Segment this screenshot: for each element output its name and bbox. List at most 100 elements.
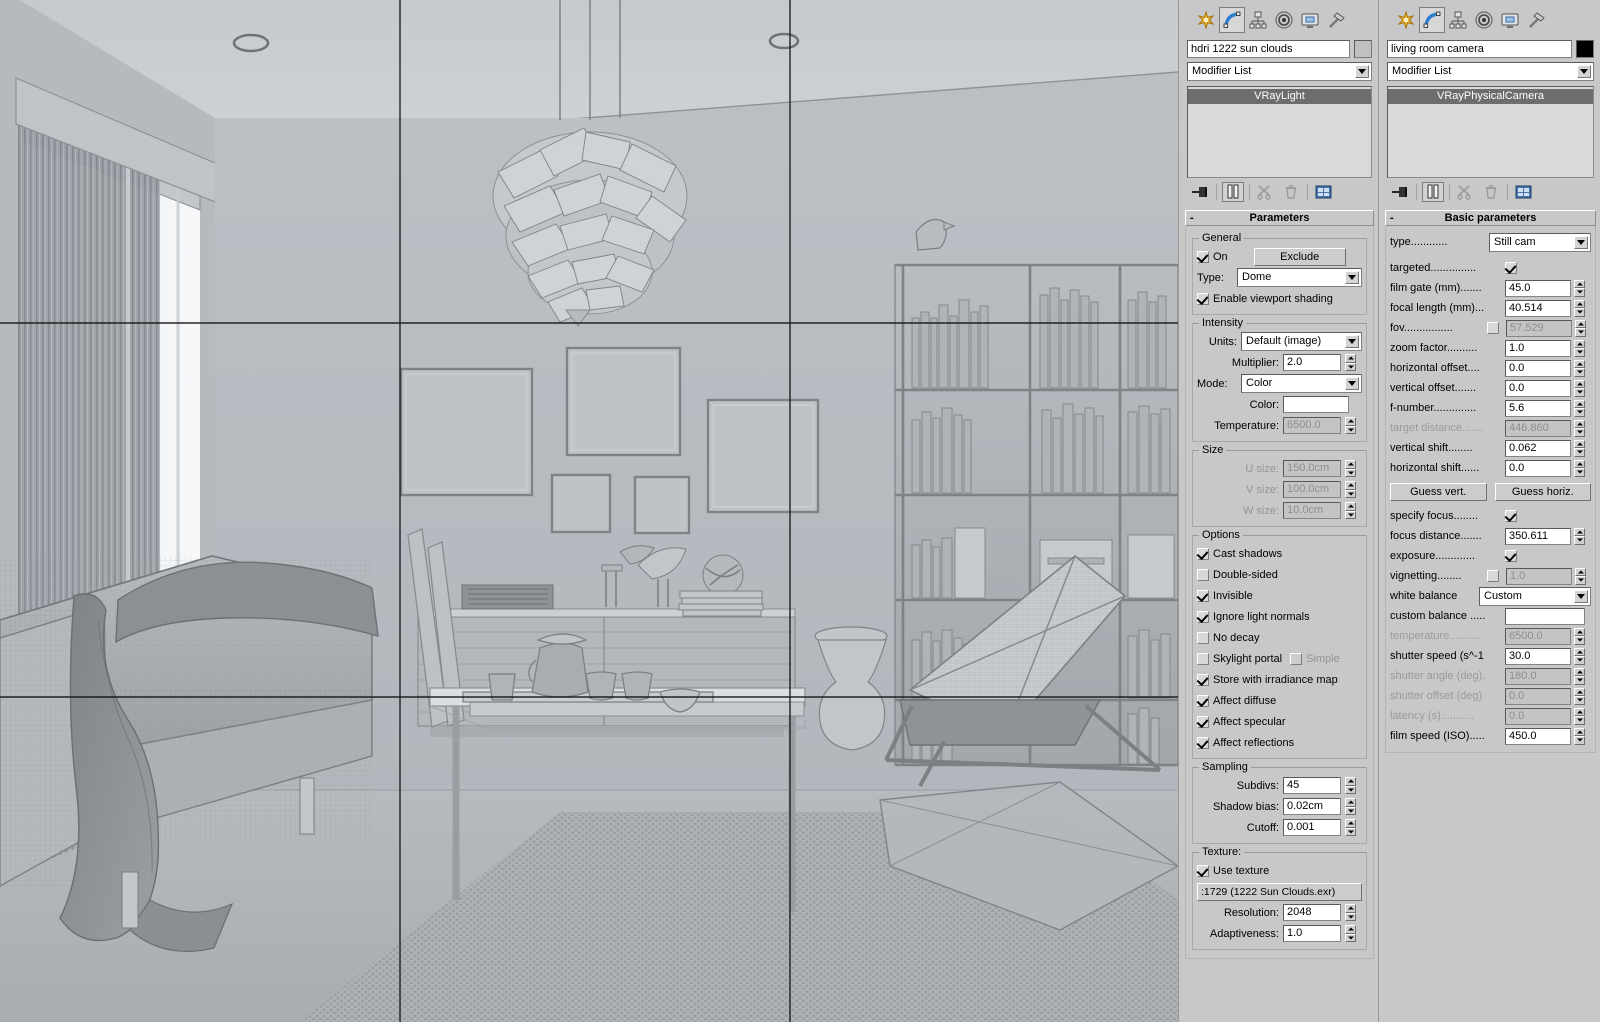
temperature-row[interactable]: Temperature: 6500.0 xyxy=(1197,416,1362,435)
stack-toolbar-camera[interactable] xyxy=(1379,178,1600,204)
latency-row[interactable]: latency (s)........... 0.0 xyxy=(1390,706,1591,726)
film-speed-field[interactable]: 450.0 xyxy=(1505,728,1571,745)
parameters-rollout[interactable]: - Parameters General On Exclude Type: Do xyxy=(1185,210,1374,959)
simple-checkbox[interactable] xyxy=(1290,653,1302,665)
option-affect-specular[interactable]: Affect specular xyxy=(1197,712,1362,731)
motion-tab[interactable] xyxy=(1271,7,1297,33)
f-number-row[interactable]: f-number.............. 5.6 xyxy=(1390,398,1591,418)
units-dropdown[interactable]: Default (image) xyxy=(1241,332,1362,351)
affect-specular-checkbox[interactable] xyxy=(1197,716,1209,728)
u-size-spinner[interactable] xyxy=(1345,460,1356,477)
pin-stack-button[interactable] xyxy=(1389,182,1411,202)
type-dropdown[interactable]: Dome xyxy=(1237,268,1362,287)
latency-spinner[interactable] xyxy=(1574,708,1585,725)
vignetting-row[interactable]: vignetting........ 1.0 xyxy=(1390,566,1591,586)
command-panel-camera[interactable]: living room camera Modifier List VRayPhy… xyxy=(1378,0,1600,1022)
film-gate-row[interactable]: film gate (mm)....... 45.0 xyxy=(1390,278,1591,298)
invisible-checkbox[interactable] xyxy=(1197,590,1209,602)
mode-dropdown[interactable]: Color xyxy=(1241,374,1362,393)
chevron-down-icon[interactable] xyxy=(1345,271,1359,284)
chevron-down-icon[interactable] xyxy=(1355,65,1369,78)
resolution-field[interactable]: 2048 xyxy=(1283,904,1341,921)
skylight-portal-checkbox[interactable] xyxy=(1197,653,1209,665)
cutoff-field[interactable]: 0.001 xyxy=(1283,819,1341,836)
basic-parameters-rollout-header[interactable]: - Basic parameters xyxy=(1385,210,1596,226)
wire-color-swatch[interactable] xyxy=(1354,40,1372,58)
affect-reflections-checkbox[interactable] xyxy=(1197,737,1209,749)
fov-field[interactable]: 57.529 xyxy=(1506,320,1572,337)
adaptiveness-spinner[interactable] xyxy=(1345,925,1356,942)
f-number-spinner[interactable] xyxy=(1574,400,1585,417)
cast-shadows-checkbox[interactable] xyxy=(1197,548,1209,560)
focus-distance-field[interactable]: 350.611 xyxy=(1505,528,1571,545)
option-double-sided[interactable]: Double-sided xyxy=(1197,565,1362,584)
exclude-button[interactable]: Exclude xyxy=(1254,248,1346,266)
show-end-result-button[interactable] xyxy=(1222,182,1244,202)
modifier-list-dropdown[interactable]: Modifier List xyxy=(1387,62,1594,81)
option-ignore-light-normals[interactable]: Ignore light normals xyxy=(1197,607,1362,626)
horizontal-shift-spinner[interactable] xyxy=(1574,460,1585,477)
chevron-down-icon[interactable] xyxy=(1574,236,1588,249)
zoom-factor-row[interactable]: zoom factor.......... 1.0 xyxy=(1390,338,1591,358)
store-with-irradiance-map-checkbox[interactable] xyxy=(1197,674,1209,686)
modifier-stack-light[interactable]: VRayLight xyxy=(1187,86,1372,178)
fov-checkbox[interactable] xyxy=(1487,322,1499,334)
display-tab[interactable] xyxy=(1297,7,1323,33)
modifier-list-row-light[interactable]: Modifier List xyxy=(1179,60,1378,83)
object-name-row-light[interactable]: hdri 1222 sun clouds xyxy=(1179,38,1378,60)
affect-diffuse-checkbox[interactable] xyxy=(1197,695,1209,707)
guess-buttons-row[interactable]: Guess vert. Guess horiz. xyxy=(1390,482,1591,502)
horizontal-offset-field[interactable]: 0.0 xyxy=(1505,360,1571,377)
shutter-speed-spinner[interactable] xyxy=(1574,648,1585,665)
option-skylight-portal[interactable]: Skylight portal Simple xyxy=(1197,649,1362,668)
vertical-offset-field[interactable]: 0.0 xyxy=(1505,380,1571,397)
double-sided-checkbox[interactable] xyxy=(1197,569,1209,581)
rollout-collapse-glyph[interactable]: - xyxy=(1390,212,1394,224)
mode-row[interactable]: Mode: Color xyxy=(1197,374,1362,393)
units-row[interactable]: Units: Default (image) xyxy=(1197,332,1362,351)
texture-map-button[interactable]: :1729 (1222 Sun Clouds.exr) xyxy=(1197,883,1362,901)
hierarchy-tab[interactable] xyxy=(1445,7,1471,33)
configure-modifier-sets-button[interactable] xyxy=(1313,182,1335,202)
temperature-row[interactable]: temperature.......... 6500.0 xyxy=(1390,626,1591,646)
option-no-decay[interactable]: No decay xyxy=(1197,628,1362,647)
guess-horiz-button[interactable]: Guess horiz. xyxy=(1495,483,1592,501)
custom-balance-swatch[interactable] xyxy=(1505,608,1585,625)
shadow-bias-spinner[interactable] xyxy=(1345,798,1356,815)
texture-map-row[interactable]: :1729 (1222 Sun Clouds.exr) xyxy=(1197,882,1362,901)
shutter-speed-row[interactable]: shutter speed (s^-1 30.0 xyxy=(1390,646,1591,666)
cutoff-row[interactable]: Cutoff: 0.001 xyxy=(1197,818,1362,837)
multiplier-field[interactable]: 2.0 xyxy=(1283,354,1341,371)
use-texture-row[interactable]: Use texture xyxy=(1197,861,1362,880)
viewport-shading-row[interactable]: Enable viewport shading xyxy=(1197,289,1362,308)
command-panel-light[interactable]: hdri 1222 sun clouds Modifier List VRayL… xyxy=(1178,0,1378,1022)
specify-focus-checkbox[interactable] xyxy=(1505,510,1517,522)
vignetting-checkbox[interactable] xyxy=(1487,570,1499,582)
type-row[interactable]: Type: Dome xyxy=(1197,268,1362,287)
film-speed-row[interactable]: film speed (ISO)..... 450.0 xyxy=(1390,726,1591,746)
shadow-bias-field[interactable]: 0.02cm xyxy=(1283,798,1341,815)
v-size-field[interactable]: 100.0cm xyxy=(1283,481,1341,498)
shadow-bias-row[interactable]: Shadow bias: 0.02cm xyxy=(1197,797,1362,816)
film-speed-spinner[interactable] xyxy=(1574,728,1585,745)
adaptiveness-row[interactable]: Adaptiveness: 1.0 xyxy=(1197,924,1362,943)
focus-distance-spinner[interactable] xyxy=(1574,528,1585,545)
guess-vert-button[interactable]: Guess vert. xyxy=(1390,483,1487,501)
chevron-down-icon[interactable] xyxy=(1574,590,1588,603)
stack-entry-vraylight[interactable]: VRayLight xyxy=(1188,89,1371,104)
stack-entry-vrayphysicalcamera[interactable]: VRayPhysicalCamera xyxy=(1388,89,1593,104)
targeted-row[interactable]: targeted............... xyxy=(1390,258,1591,278)
zoom-factor-field[interactable]: 1.0 xyxy=(1505,340,1571,357)
option-affect-diffuse[interactable]: Affect diffuse xyxy=(1197,691,1362,710)
horizontal-shift-row[interactable]: horizontal shift...... 0.0 xyxy=(1390,458,1591,478)
w-size-field[interactable]: 10.0cm xyxy=(1283,502,1341,519)
horizontal-offset-row[interactable]: horizontal offset.... 0.0 xyxy=(1390,358,1591,378)
make-unique-button[interactable] xyxy=(1455,182,1477,202)
focus-distance-row[interactable]: focus distance....... 350.611 xyxy=(1390,526,1591,546)
target-distance-row[interactable]: target distance....... 446.860 xyxy=(1390,418,1591,438)
u-size-row[interactable]: U size: 150.0cm xyxy=(1197,459,1362,478)
shutter-offset-row[interactable]: shutter offset (deg) 0.0 xyxy=(1390,686,1591,706)
multiplier-spinner[interactable] xyxy=(1345,354,1356,371)
display-tab[interactable] xyxy=(1497,7,1523,33)
modifier-list-row-camera[interactable]: Modifier List xyxy=(1379,60,1600,83)
